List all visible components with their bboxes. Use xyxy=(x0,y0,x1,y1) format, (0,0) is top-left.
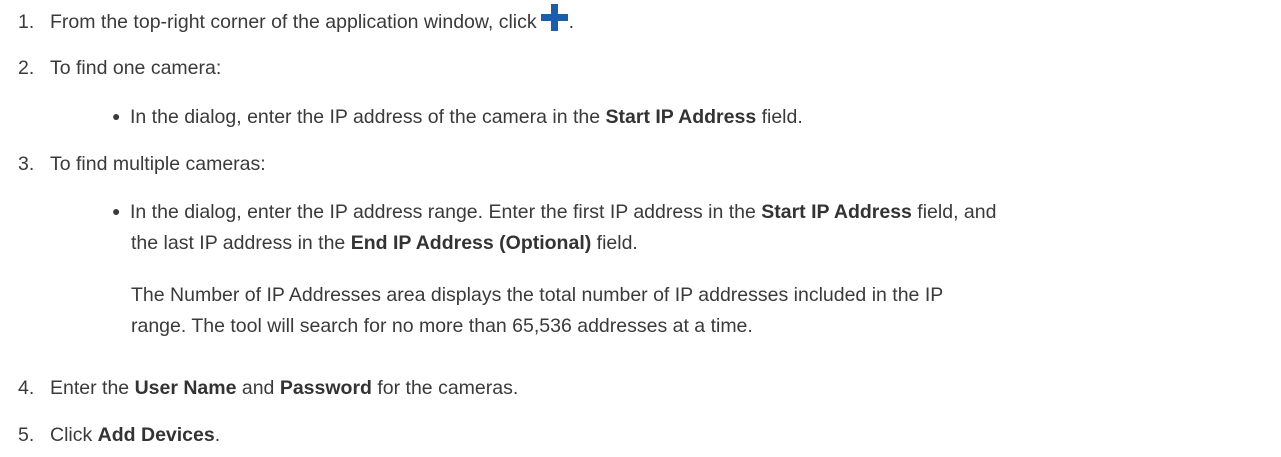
step-1-text: From the top-right corner of the applica… xyxy=(50,11,537,33)
step-5-text: Click xyxy=(50,424,98,446)
add-devices-term: Add Devices xyxy=(97,424,215,446)
step-4-text: Enter the xyxy=(50,377,135,399)
step-4-text-mid: and xyxy=(236,377,280,399)
step-3-note-line-2: range. The tool will search for no more … xyxy=(131,315,753,337)
step-3-number: 3. xyxy=(18,153,35,175)
bullet-dot: ● xyxy=(112,203,121,219)
step-2-text: To find one camera: xyxy=(50,57,222,79)
plus-icon xyxy=(540,4,568,31)
step-3: 3. To find multiple cameras: xyxy=(18,150,266,179)
step-3-bullet-text-mid: field, and xyxy=(911,201,997,223)
start-ip-address-term: Start IP Address xyxy=(605,106,757,128)
step-3-bullet-text: In the dialog, enter the IP address rang… xyxy=(130,201,762,223)
step-3-bullet-line2-text: the last IP address in the xyxy=(131,232,351,254)
step-3-note-line-1: The Number of IP Addresses area displays… xyxy=(131,284,944,306)
step-1-text-end: . xyxy=(568,11,575,33)
end-ip-address-term: End IP Address (Optional) xyxy=(350,232,592,254)
step-3-bullet-line-2: the last IP address in the End IP Addres… xyxy=(131,229,638,258)
step-1-number: 1. xyxy=(18,11,35,33)
step-2-bullet-text-end: field. xyxy=(756,106,803,128)
bullet-dot: ● xyxy=(112,108,121,124)
start-ip-address-term: Start IP Address xyxy=(761,201,912,223)
step-4-number: 4. xyxy=(18,377,35,399)
step-1: 1. From the top-right corner of the appli… xyxy=(18,4,574,37)
step-3-bullet-line2-end: field. xyxy=(591,232,638,254)
step-5-number: 5. xyxy=(18,424,35,446)
step-2-bullet-text: In the dialog, enter the IP address of t… xyxy=(130,106,606,128)
user-name-term: User Name xyxy=(134,377,237,399)
step-5: 5. Click Add Devices. xyxy=(18,421,220,450)
step-3-text: To find multiple cameras: xyxy=(50,153,266,175)
step-4: 4. Enter the User Name and Password for t… xyxy=(18,374,518,403)
step-2: 2. To find one camera: xyxy=(18,54,221,83)
step-2-number: 2. xyxy=(18,57,35,79)
password-term: Password xyxy=(279,377,372,399)
step-3-bullet: ● In the dialog, enter the IP address ran… xyxy=(112,197,996,227)
step-5-text-end: . xyxy=(214,424,221,446)
step-2-bullet: ● In the dialog, enter the IP address of … xyxy=(112,102,803,132)
step-4-text-end: for the cameras. xyxy=(371,377,519,399)
